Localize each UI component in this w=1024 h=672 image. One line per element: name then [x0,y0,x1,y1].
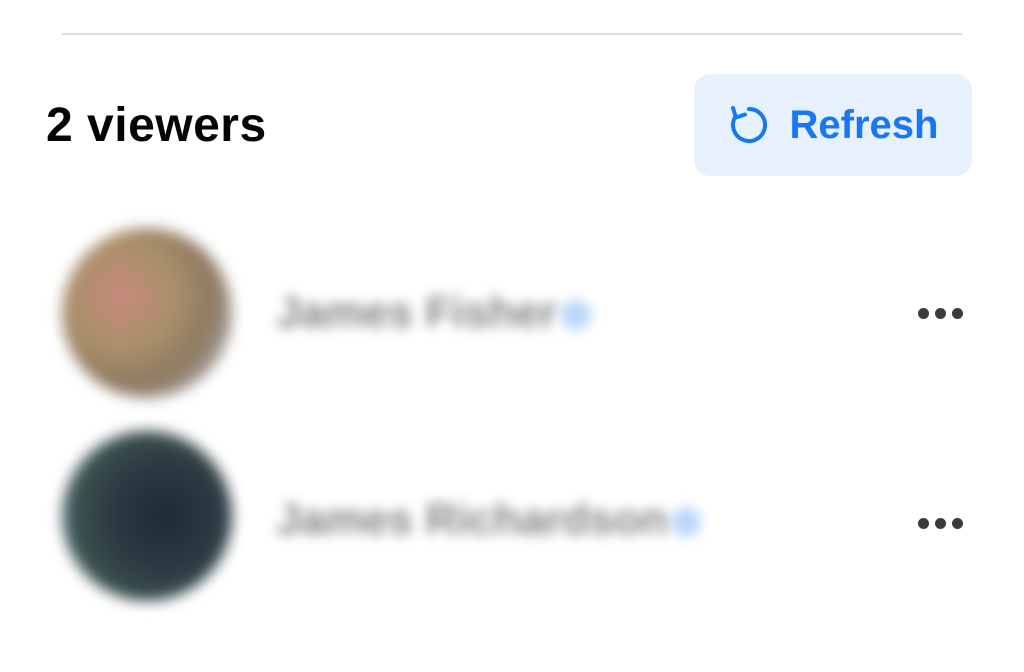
more-options-icon [951,517,963,529]
more-options-icon [917,307,929,319]
viewer-list: James Fisher James Richardson [0,210,1024,620]
avatar[interactable] [62,431,232,601]
refresh-icon [730,106,767,143]
more-options-button[interactable] [910,508,970,538]
more-options-icon [951,307,963,319]
avatar[interactable] [62,228,232,398]
verified-badge-icon [561,300,592,331]
viewer-row[interactable]: James Richardson [0,415,1024,620]
viewer-name[interactable]: James Fisher [276,288,592,338]
viewer-name[interactable]: James Richardson [276,495,702,545]
refresh-label: Refresh [789,102,939,147]
verified-badge-icon [671,507,702,538]
viewer-name-text: James Fisher [276,288,558,337]
more-options-icon [934,517,946,529]
more-options-button[interactable] [910,298,970,328]
more-options-icon [917,517,929,529]
refresh-button[interactable]: Refresh [694,74,972,176]
viewers-header: 2 viewers Refresh [46,74,972,176]
viewers-count-title: 2 viewers [46,99,267,152]
more-options-icon [934,307,946,319]
top-divider [62,33,962,35]
viewer-name-text: James Richardson [276,495,668,544]
viewer-row[interactable]: James Fisher [0,210,1024,415]
